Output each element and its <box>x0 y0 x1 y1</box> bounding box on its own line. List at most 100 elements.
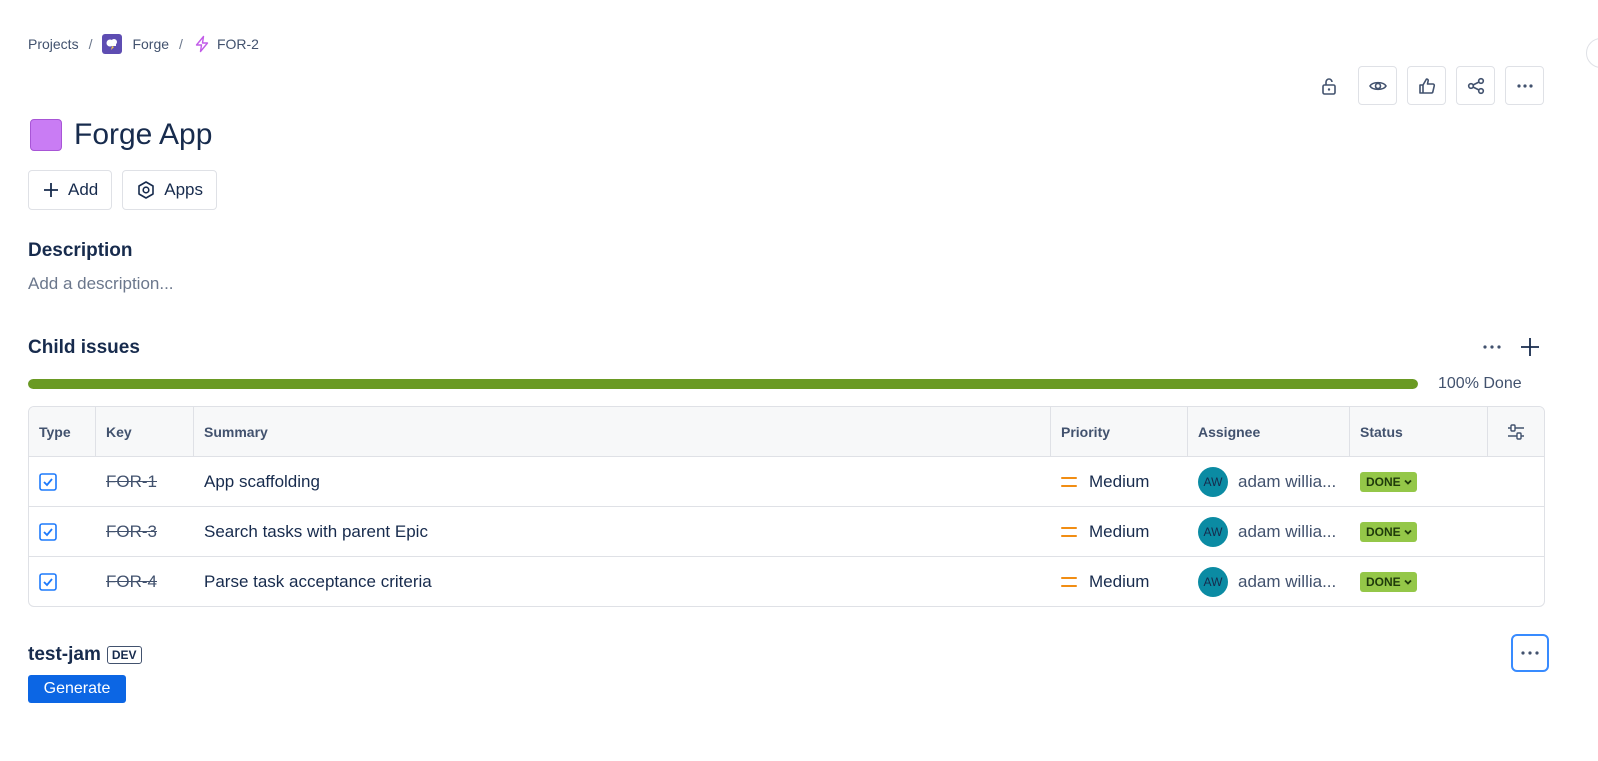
watch-button[interactable] <box>1358 66 1397 105</box>
project-avatar-icon <box>102 34 123 54</box>
issue-header: Forge App <box>30 118 212 152</box>
table-row[interactable]: FOR-4 Parse task acceptance criteria Med… <box>29 556 1544 606</box>
apps-hexagon-icon <box>138 181 155 199</box>
child-issues-progress-bar <box>28 379 1418 389</box>
progress-label: 100% Done <box>1438 375 1522 392</box>
avatar: AW <box>1198 516 1228 547</box>
breadcrumb-project[interactable]: Forge <box>102 34 169 54</box>
epic-color-swatch[interactable] <box>30 119 62 151</box>
issue-toolbar <box>1309 66 1544 105</box>
priority-label: Medium <box>1089 571 1150 591</box>
more-actions-button[interactable] <box>1505 66 1544 105</box>
status-dropdown[interactable]: DONE <box>1360 521 1417 542</box>
breadcrumb: Projects / Forge / FOR-2 <box>28 33 259 55</box>
plus-icon <box>44 183 58 197</box>
child-issues-actions <box>1480 335 1542 359</box>
key-cell[interactable]: FOR-4 <box>96 557 194 606</box>
dev-badge: DEV <box>106 646 142 664</box>
more-icon <box>1516 83 1533 88</box>
table-row[interactable]: FOR-1 App scaffolding Medium AW adam wil… <box>29 456 1544 506</box>
app-panel-header: test-jam DEV <box>28 644 142 666</box>
issue-title[interactable]: Forge App <box>74 118 212 152</box>
child-issues-table: Type Key Summary Priority Assignee Statu… <box>28 406 1545 607</box>
status-label: DONE <box>1366 524 1401 539</box>
priority-cell[interactable]: Medium <box>1051 507 1188 556</box>
priority-medium-icon <box>1061 476 1077 488</box>
issue-key[interactable]: FOR-4 <box>106 572 157 592</box>
assignee-name: adam willia... <box>1238 521 1337 541</box>
share-icon <box>1467 77 1484 94</box>
create-child-issue-button[interactable] <box>1518 335 1542 359</box>
summary-cell[interactable]: Parse task acceptance criteria <box>194 557 1051 606</box>
status-label: DONE <box>1366 474 1401 489</box>
priority-cell[interactable]: Medium <box>1051 557 1188 606</box>
status-cell: DONE <box>1350 557 1488 606</box>
more-icon <box>1483 345 1501 349</box>
eye-icon <box>1368 81 1387 90</box>
status-label: DONE <box>1366 574 1401 589</box>
status-cell: DONE <box>1350 457 1488 506</box>
priority-medium-icon <box>1061 526 1077 538</box>
status-cell: DONE <box>1350 507 1488 556</box>
assignee-name: adam willia... <box>1238 471 1337 491</box>
breadcrumb-issue-label: FOR-2 <box>216 36 259 52</box>
vote-button[interactable] <box>1407 66 1446 105</box>
key-cell[interactable]: FOR-3 <box>96 507 194 556</box>
status-dropdown[interactable]: DONE <box>1360 471 1417 492</box>
progress-fill <box>28 379 1418 389</box>
description-heading: Description <box>28 240 133 261</box>
add-button-label: Add <box>68 180 99 199</box>
key-cell[interactable]: FOR-1 <box>96 457 194 506</box>
task-checkbox-icon <box>39 572 57 591</box>
breadcrumb-issue[interactable]: FOR-2 <box>193 35 259 53</box>
app-panel-more-button[interactable] <box>1511 634 1549 672</box>
type-cell <box>29 557 96 606</box>
side-panel-handle[interactable] <box>1586 38 1598 68</box>
chevron-down-icon <box>1404 529 1412 535</box>
issue-key[interactable]: FOR-1 <box>106 472 157 492</box>
description-field[interactable]: Add a description... <box>28 274 174 294</box>
summary-cell[interactable]: Search tasks with parent Epic <box>194 507 1051 556</box>
assignee-cell[interactable]: AW adam willia... <box>1188 507 1350 556</box>
apps-button[interactable]: Apps <box>122 170 217 210</box>
assignee-cell[interactable]: AW adam willia... <box>1188 557 1350 606</box>
breadcrumb-project-label: Forge <box>132 36 170 52</box>
generate-button[interactable]: Generate <box>28 675 126 703</box>
share-button[interactable] <box>1456 66 1495 105</box>
chevron-down-icon <box>1404 579 1412 585</box>
table-row[interactable]: FOR-3 Search tasks with parent Epic Medi… <box>29 506 1544 556</box>
thumbs-up-icon <box>1418 77 1435 94</box>
app-panel-name: test-jam <box>28 644 101 665</box>
epic-bolt-icon <box>195 35 209 53</box>
configure-columns-icon <box>1508 423 1524 440</box>
quick-actions: Add Apps <box>28 170 217 210</box>
column-config-button[interactable] <box>1488 407 1544 456</box>
child-issues-more-button[interactable] <box>1480 335 1504 359</box>
status-dropdown[interactable]: DONE <box>1360 571 1417 592</box>
task-checkbox-icon <box>39 472 57 491</box>
child-issues-heading: Child issues <box>28 337 140 358</box>
row-spacer <box>1488 557 1544 606</box>
restrictions-button[interactable] <box>1309 66 1348 105</box>
more-icon <box>1521 651 1539 655</box>
priority-cell[interactable]: Medium <box>1051 457 1188 506</box>
row-spacer <box>1488 457 1544 506</box>
type-cell <box>29 507 96 556</box>
type-cell <box>29 457 96 506</box>
breadcrumb-projects[interactable]: Projects <box>28 36 79 52</box>
issue-key[interactable]: FOR-3 <box>106 522 157 542</box>
column-header-assignee[interactable]: Assignee <box>1188 407 1350 456</box>
breadcrumb-separator: / <box>88 36 93 52</box>
task-checkbox-icon <box>39 522 57 541</box>
summary-cell[interactable]: App scaffolding <box>194 457 1051 506</box>
breadcrumb-separator: / <box>179 36 183 52</box>
column-header-summary[interactable]: Summary <box>194 407 1051 456</box>
column-header-key[interactable]: Key <box>96 407 194 456</box>
column-header-type[interactable]: Type <box>29 407 96 456</box>
column-header-priority[interactable]: Priority <box>1051 407 1188 456</box>
add-button[interactable]: Add <box>28 170 113 210</box>
apps-button-label: Apps <box>164 180 203 199</box>
column-header-status[interactable]: Status <box>1350 407 1488 456</box>
row-spacer <box>1488 507 1544 556</box>
assignee-cell[interactable]: AW adam willia... <box>1188 457 1350 506</box>
